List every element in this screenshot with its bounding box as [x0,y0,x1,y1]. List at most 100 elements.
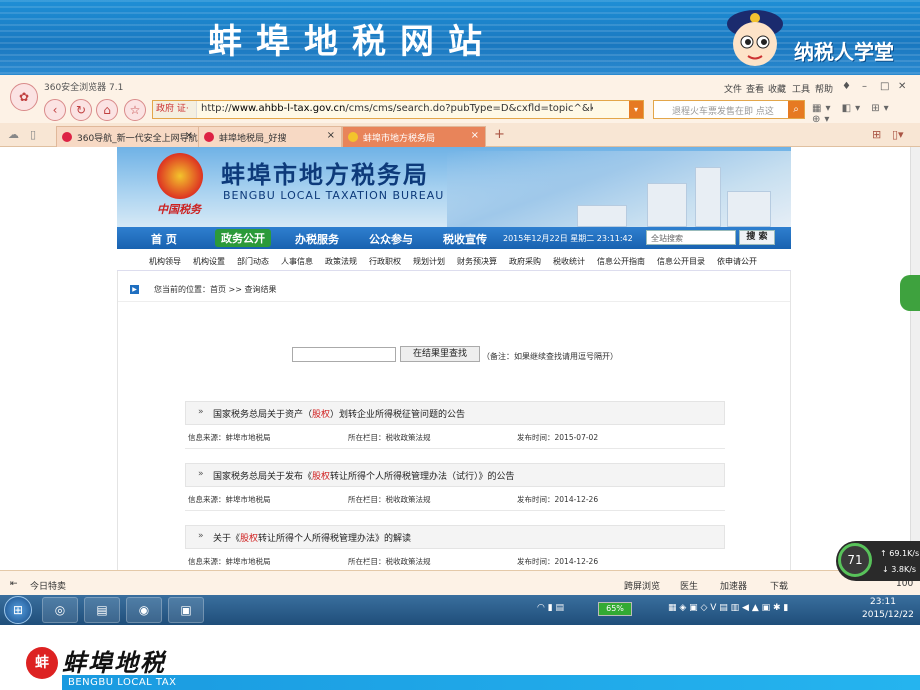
address-dropdown-icon[interactable]: ▾ [629,101,643,118]
tab-favicon-icon [348,132,358,142]
back-icon[interactable]: ‹ [44,99,66,121]
subnav-item[interactable]: 机构设置 [193,256,225,267]
in-results-search-button[interactable]: 在结果里查找 [400,346,480,362]
bengbu-tax-logo-icon: 蚌 [26,647,58,679]
favorite-star-icon[interactable]: ☆ [124,99,146,121]
nav-home[interactable]: 首 页 [151,231,177,247]
subnav-item[interactable]: 财务预决算 [457,256,497,267]
result-title-row[interactable]: » 国家税务总局关于资产（股权）划转企业所得税征管问题的公告 [185,401,725,425]
minimize-icon[interactable]: – [862,81,867,92]
subnav-item[interactable]: 机构领导 [149,256,181,267]
sidebar-toggle-icon[interactable]: ⇤ [10,579,18,589]
clock-time[interactable]: 23:11 [870,597,896,607]
tab-360-nav[interactable]: 360导航_新一代安全上网导航 × [56,126,200,147]
speed-widget[interactable]: 71 ↑ 69.1K/s ↓ 3.8K/s [836,541,920,581]
trash-icon[interactable]: ▯ [30,128,36,141]
skin-icon[interactable]: ♦ [842,81,851,92]
address-bar[interactable]: 政府 证· http://www.ahbb-l-tax.gov.cn/cms/c… [152,100,644,119]
toolbar-icons[interactable]: ▦▾ ◧▾ ⊞▾ ⊕▾ [812,103,920,125]
nav-tax-publicity[interactable]: 税收宣传 [443,231,487,247]
upload-speed: ↑ 69.1K/s [880,549,920,558]
result-title[interactable]: 国家税务总局关于发布《股权转让所得个人所得税管理办法（试行）》的公告 [213,469,515,482]
search-icon[interactable]: ⌕ [788,101,804,118]
memory-gauge[interactable]: 71 [838,543,872,577]
cross-screen-button[interactable]: 跨屏浏览 [624,579,660,592]
gov-cert-badge[interactable]: 政府 证· [153,101,197,118]
clock-date[interactable]: 2015/12/22 [862,610,914,620]
nav-gov-affairs[interactable]: 政务公开 [215,229,271,247]
building-shape [727,191,771,227]
site-search-input[interactable]: 全站搜索 [646,230,736,245]
result-column: 所在栏目：税收政策法规 [348,557,431,566]
subnav-item[interactable]: 信息公开指南 [597,256,645,267]
nav-tax-service[interactable]: 办税服务 [295,231,339,247]
result-source: 信息来源：蚌埠市地税局 [188,557,271,566]
subnav-item[interactable]: 行政职权 [369,256,401,267]
accelerator-button[interactable]: 加速器 [720,579,747,592]
taskbar-360-browser-icon[interactable]: ◉ [126,597,162,623]
divider [118,301,790,302]
tab-close-icon[interactable]: × [185,130,193,141]
tab-bengbu-tax[interactable]: 蚌埠市地方税务局 × [342,126,486,147]
tab-close-icon[interactable]: × [327,130,335,141]
refresh-icon[interactable]: ↻ [70,99,92,121]
result-title[interactable]: 关于《股权转让所得个人所得税管理办法》的解读 [213,531,411,544]
cloud-icon[interactable]: ☁ [8,128,19,141]
doctor-button[interactable]: 医生 [680,579,698,592]
subnav-item[interactable]: 政策法规 [325,256,357,267]
trash-icon[interactable]: ▯▾ [892,128,904,141]
mascot-caption: 纳税人学堂 [794,40,894,64]
subnav-item[interactable]: 依申请公开 [717,256,757,267]
tab-haosou[interactable]: 蚌埠地税局_好搜 × [198,126,342,147]
tax-emblem-icon [157,153,203,199]
tray-icons[interactable]: ▦ ◈ ▣ ◇ V ▤ ▥ ◀ ▲ ▣ ✱ ▮ [668,603,788,613]
battery-indicator[interactable]: 65% [598,602,632,616]
vertical-scrollbar[interactable] [910,147,920,570]
slide-footer: 蚌 蚌埠地税 BENGBU LOCAL TAX [0,625,920,690]
site-search-button[interactable]: 搜 索 [739,230,775,245]
footer-bar [62,675,920,690]
bullet-icon: » [198,469,204,479]
subnav-item[interactable]: 部门动态 [237,256,269,267]
city-image [447,151,791,227]
menu-file[interactable]: 文件 [724,82,742,95]
subnav-item[interactable]: 政府采购 [509,256,541,267]
download-button[interactable]: 下载 [770,579,788,592]
result-item: » 关于《股权转让所得个人所得税管理办法》的解读 信息来源：蚌埠市地税局 所在栏… [185,525,725,570]
result-title-row[interactable]: » 国家税务总局关于发布《股权转让所得个人所得税管理办法（试行）》的公告 [185,463,725,487]
taskbar-explorer-icon[interactable]: ▤ [84,597,120,623]
home-icon[interactable]: ⌂ [96,99,118,121]
result-item: » 国家税务总局关于资产（股权）划转企业所得税征管问题的公告 信息来源：蚌埠市地… [185,401,725,449]
today-deals-link[interactable]: 今日特卖 [30,579,66,592]
start-button-icon[interactable]: ⊞ [4,596,32,624]
maximize-icon[interactable]: □ [880,81,889,92]
side-widget-icon[interactable] [900,275,920,311]
result-title-row[interactable]: » 关于《股权转让所得个人所得税管理办法》的解读 [185,525,725,549]
browser-window: 360安全浏览器 7.1 文件 查看 收藏 工具 帮助 ♦ – □ ✕ ✿ ‹ … [0,75,920,595]
subnav-item[interactable]: 人事信息 [281,256,313,267]
in-results-search-input[interactable] [292,347,396,362]
menu-favorites[interactable]: 收藏 [768,82,786,95]
date-display: 2015年12月22日 星期二 23:11:42 [503,234,633,243]
result-date: 发布时间：2015-07-02 [517,433,599,442]
subnav-item[interactable]: 规划计划 [413,256,445,267]
nav-public-participation[interactable]: 公众参与 [369,231,413,247]
web-page: 中国税务 蚌埠市地方税务局 BENGBU LOCAL TAXATION BURE… [0,147,910,570]
result-title[interactable]: 国家税务总局关于资产（股权）划转企业所得税征管问题的公告 [213,407,465,420]
tax-officer-mascot-icon [727,10,783,66]
menu-tools[interactable]: 工具 [792,82,810,95]
subnav-item[interactable]: 税收统计 [553,256,585,267]
close-icon[interactable]: ✕ [898,81,906,92]
browser-search-box[interactable]: 退程火车票发售在即 点这 ⌕ [653,100,805,119]
taskbar-app-icon[interactable]: ◎ [42,597,78,623]
tab-close-icon[interactable]: × [471,130,479,141]
add-icon[interactable]: ⊞ [872,128,881,141]
menu-view[interactable]: 查看 [746,82,764,95]
menu-help[interactable]: 帮助 [815,82,833,95]
building-shape [695,167,721,227]
new-tab-icon[interactable]: + [494,127,505,142]
taskbar-powerpoint-icon[interactable]: ▣ [168,597,204,623]
address-url[interactable]: http://www.ahbb-l-tax.gov.cn/cms/cms/sea… [201,103,593,114]
subnav-item[interactable]: 信息公开目录 [657,256,705,267]
system-tray-icons[interactable]: ◠ ▮ ▤ [537,603,564,613]
